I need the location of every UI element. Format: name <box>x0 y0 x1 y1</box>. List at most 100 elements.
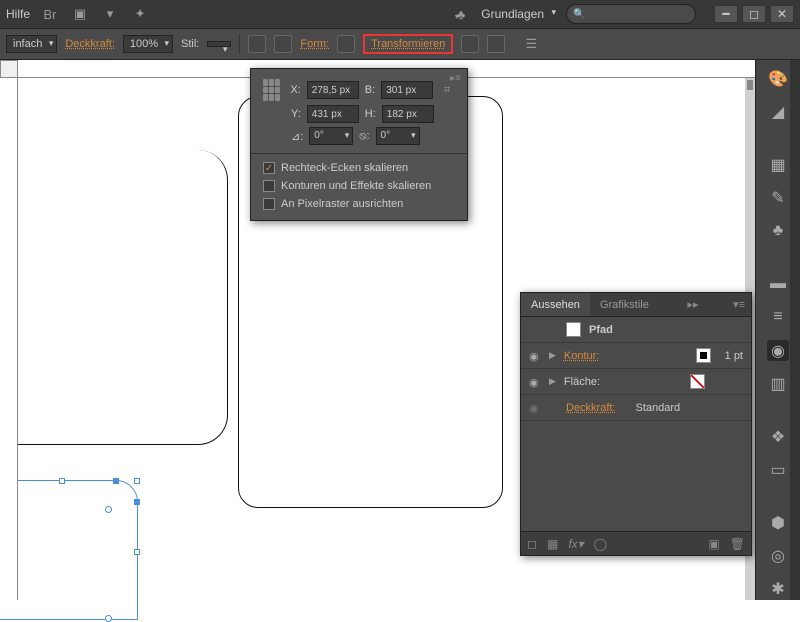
expand-icon[interactable]: ▶ <box>549 376 556 387</box>
w-input[interactable] <box>381 81 433 99</box>
new-art-icon[interactable]: ◻ <box>527 537 537 551</box>
selected-rectangle[interactable] <box>0 480 138 620</box>
expand-icon[interactable]: ▶ <box>549 350 556 361</box>
y-input[interactable] <box>307 105 359 123</box>
h-input[interactable] <box>382 105 434 123</box>
appearance-icon[interactable]: ◉ <box>767 340 789 361</box>
h-label: H: <box>365 108 376 120</box>
brushes-icon[interactable]: ✎ <box>767 187 789 208</box>
visibility-icon[interactable]: ◉ <box>529 350 541 362</box>
help-menu[interactable]: Hilfe <box>6 7 30 21</box>
trash-icon[interactable]: 🗑 <box>730 537 745 551</box>
tab-graphic-styles[interactable]: Grafikstile <box>590 293 659 316</box>
close-button[interactable]: ✕ <box>770 5 794 23</box>
dropdown-icon[interactable]: ▾ <box>100 4 120 24</box>
info-icon[interactable]: ✱ <box>767 579 789 600</box>
search-input[interactable]: 🔍 <box>566 4 696 24</box>
opacity-input[interactable]: 100% <box>123 35 173 53</box>
shear-input[interactable]: 0° <box>376 127 420 145</box>
isolate-icon[interactable] <box>461 35 479 53</box>
x-label: X: <box>290 84 300 96</box>
scale-corners-checkbox[interactable]: ✓ Rechteck-Ecken skalieren <box>263 162 455 174</box>
rotate-icon: ⊿: <box>291 130 303 143</box>
extra-icon[interactable] <box>487 35 505 53</box>
checkbox-icon <box>263 180 275 192</box>
shape-icon[interactable] <box>337 35 355 53</box>
notification-icon[interactable]: ♣ <box>455 7 466 22</box>
ruler-origin[interactable] <box>0 60 18 78</box>
appearance-panel: Aussehen Grafikstile ▸▸ ▾≡ Pfad ◉ ▶ Kont… <box>520 292 752 556</box>
gpu-icon[interactable]: ✦ <box>130 4 150 24</box>
anchor-point[interactable] <box>113 478 119 484</box>
x-input[interactable] <box>307 81 359 99</box>
visibility-icon[interactable]: ◉ <box>529 402 541 414</box>
panel-menu-icon[interactable]: ▸≡ <box>450 73 461 84</box>
artboards-icon[interactable]: ▭ <box>767 459 789 480</box>
grid-icon[interactable]: ▦ <box>547 537 558 551</box>
clear-icon[interactable]: ◯ <box>594 537 607 551</box>
libraries-icon[interactable]: ⬢ <box>767 512 789 533</box>
align-pixel-icon[interactable] <box>274 35 292 53</box>
selection-handle[interactable] <box>134 549 140 555</box>
style-label: Stil: <box>181 38 199 50</box>
appearance-path-row[interactable]: Pfad <box>521 317 751 343</box>
corner-widget[interactable] <box>105 615 112 622</box>
visibility-icon[interactable]: ◉ <box>529 376 541 388</box>
reference-point-grid[interactable] <box>263 79 280 101</box>
maximize-button[interactable]: ◻ <box>742 5 766 23</box>
stroke-icon[interactable]: ≡ <box>767 307 789 328</box>
panel-footer: ◻ ▦ fx▾ ◯ ▣ 🗑 <box>521 531 751 555</box>
minimize-button[interactable]: ━ <box>714 5 738 23</box>
dock-collapse-bar[interactable] <box>790 60 800 600</box>
collapse-icon[interactable]: ▸▸ <box>681 298 704 311</box>
panel-menu-icon[interactable]: ☰ <box>521 34 541 54</box>
swatches-icon[interactable]: ▦ <box>767 154 789 175</box>
fill-swatch[interactable] <box>690 374 705 389</box>
arrange-icon[interactable]: ▣ <box>70 4 90 24</box>
transform-button[interactable]: Transformieren <box>363 34 453 54</box>
appearance-opacity-row[interactable]: ◉ Deckkraft: Standard <box>521 395 751 421</box>
transparency-icon[interactable]: ▥ <box>767 373 789 394</box>
rotate-input[interactable]: 0° <box>309 127 353 145</box>
control-bar: infach Deckkraft: 100% Stil: Form: Trans… <box>0 28 800 60</box>
shear-icon: ⦸: <box>359 130 369 143</box>
search-icon: 🔍 <box>573 9 585 20</box>
workspace-switcher[interactable]: Grundlagen <box>475 5 556 23</box>
stroke-preset-dropdown[interactable]: infach <box>6 35 57 53</box>
effects-icon[interactable]: ◎ <box>767 546 789 567</box>
opacity-label[interactable]: Deckkraft: <box>65 38 115 50</box>
gradient-icon[interactable]: ▬ <box>767 274 789 295</box>
globe-icon[interactable] <box>248 35 266 53</box>
transform-panel: X: B: ⌗ Y: H: ⊿: 0° ⦸: 0° ✓ Rechteck-Eck… <box>250 68 468 221</box>
appearance-fill-row[interactable]: ◉ ▶ Fläche: <box>521 369 751 395</box>
selection-handle[interactable] <box>59 478 65 484</box>
rectangle-shape[interactable] <box>0 150 228 445</box>
align-pixel-checkbox[interactable]: An Pixelraster ausrichten <box>263 198 455 210</box>
layers-icon[interactable]: ❖ <box>767 426 789 447</box>
tab-appearance[interactable]: Aussehen <box>521 293 590 316</box>
checkbox-icon <box>263 198 275 210</box>
appearance-stroke-row[interactable]: ◉ ▶ Kontur: 1 pt <box>521 343 751 369</box>
anchor-point[interactable] <box>134 499 140 505</box>
ruler-vertical[interactable] <box>0 60 18 600</box>
duplicate-icon[interactable]: ▣ <box>708 537 719 551</box>
thumbnail-icon <box>566 322 581 337</box>
symbols-icon[interactable]: ♣ <box>767 221 789 242</box>
checkbox-icon: ✓ <box>263 162 275 174</box>
w-label: B: <box>365 84 375 96</box>
scale-strokes-checkbox[interactable]: Konturen und Effekte skalieren <box>263 180 455 192</box>
panel-menu-icon[interactable]: ▾≡ <box>727 298 751 311</box>
fx-icon[interactable]: fx▾ <box>568 537 583 551</box>
window-controls: ━ ◻ ✕ <box>714 5 794 23</box>
menubar: Hilfe Br ▣ ▾ ✦ ♣ Grundlagen 🔍 ━ ◻ ✕ <box>0 0 800 28</box>
color-guide-icon[interactable]: ◢ <box>767 101 789 122</box>
shape-label[interactable]: Form: <box>300 38 329 50</box>
y-label: Y: <box>291 108 301 120</box>
corner-widget[interactable] <box>105 506 112 513</box>
right-panel-dock: 🎨 ◢ ▦ ✎ ♣ ▬ ≡ ◉ ▥ ❖ ▭ ⬢ ◎ ✱ <box>755 60 800 600</box>
selection-handle[interactable] <box>134 478 140 484</box>
stroke-swatch[interactable] <box>696 348 711 363</box>
style-dropdown[interactable] <box>207 41 231 47</box>
bridge-icon[interactable]: Br <box>40 4 60 24</box>
color-panel-icon[interactable]: 🎨 <box>767 68 789 89</box>
